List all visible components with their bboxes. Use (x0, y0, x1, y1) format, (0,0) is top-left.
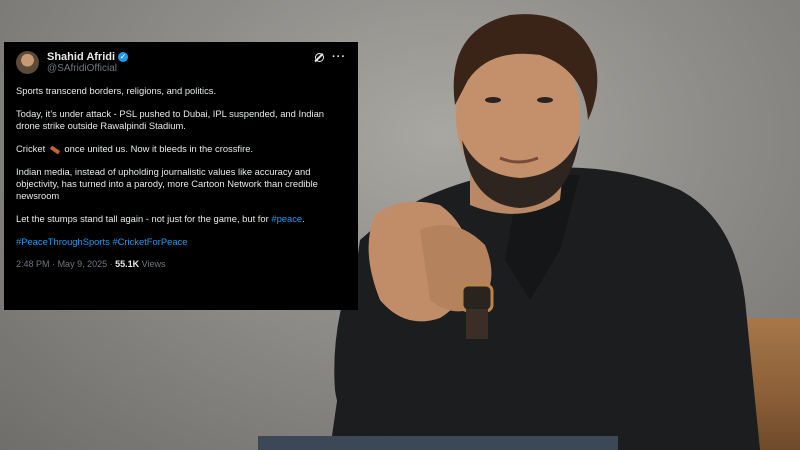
tweet-paragraph: Today, it’s under attack - PSL pushed to… (16, 108, 325, 131)
hashtag-link[interactable]: #peace (271, 213, 302, 224)
paragraph-text: . (302, 213, 305, 224)
author-handle[interactable]: @SAfridiOfficial (47, 63, 128, 75)
views-label: Views (141, 259, 166, 269)
cricket-bat-icon (49, 145, 61, 155)
table-edge (258, 436, 618, 450)
paragraph-text: once united us. Now it bleeds in the cro… (64, 143, 254, 154)
verified-badge-icon: ✓ (118, 52, 129, 62)
tweet-header: Shahid Afridi ✓ @SAfridiOfficial ··· (16, 51, 346, 85)
tweet-paragraph: Cricket once united us. Now it bleeds in… (16, 143, 346, 155)
tweet-actions: ··· (315, 51, 346, 63)
views-count: 55.1K (115, 259, 140, 269)
tweet-text: Sports transcend borders, religions, and… (16, 85, 346, 248)
author-name[interactable]: Shahid Afridi (47, 51, 115, 63)
tweet-time[interactable]: 2:48 PM (16, 259, 50, 269)
meta-separator: · (109, 259, 113, 269)
more-options-icon[interactable]: ··· (332, 51, 346, 63)
tweet-paragraph: Let the stumps stand tall again - not ju… (16, 213, 346, 225)
tweet-date[interactable]: May 9, 2025 (58, 259, 108, 269)
avatar[interactable] (16, 51, 39, 74)
grok-icon[interactable] (315, 52, 324, 62)
tweet-paragraph: Indian media, instead of upholding journ… (16, 166, 318, 201)
hashtags-line[interactable]: #PeaceThroughSports #CricketForPeace (16, 236, 346, 248)
tweet-meta: 2:48 PM · May 9, 2025 · 55.1K Views (16, 259, 346, 269)
paragraph-text: Let the stumps stand tall again - not ju… (16, 213, 269, 224)
meta-separator: · (52, 259, 56, 269)
cricket-word: Cricket (16, 143, 46, 154)
author-block: Shahid Afridi ✓ @SAfridiOfficial (47, 51, 129, 75)
tweet-card[interactable]: Shahid Afridi ✓ @SAfridiOfficial ··· Spo… (4, 42, 358, 310)
tweet-paragraph: Sports transcend borders, religions, and… (16, 85, 217, 96)
